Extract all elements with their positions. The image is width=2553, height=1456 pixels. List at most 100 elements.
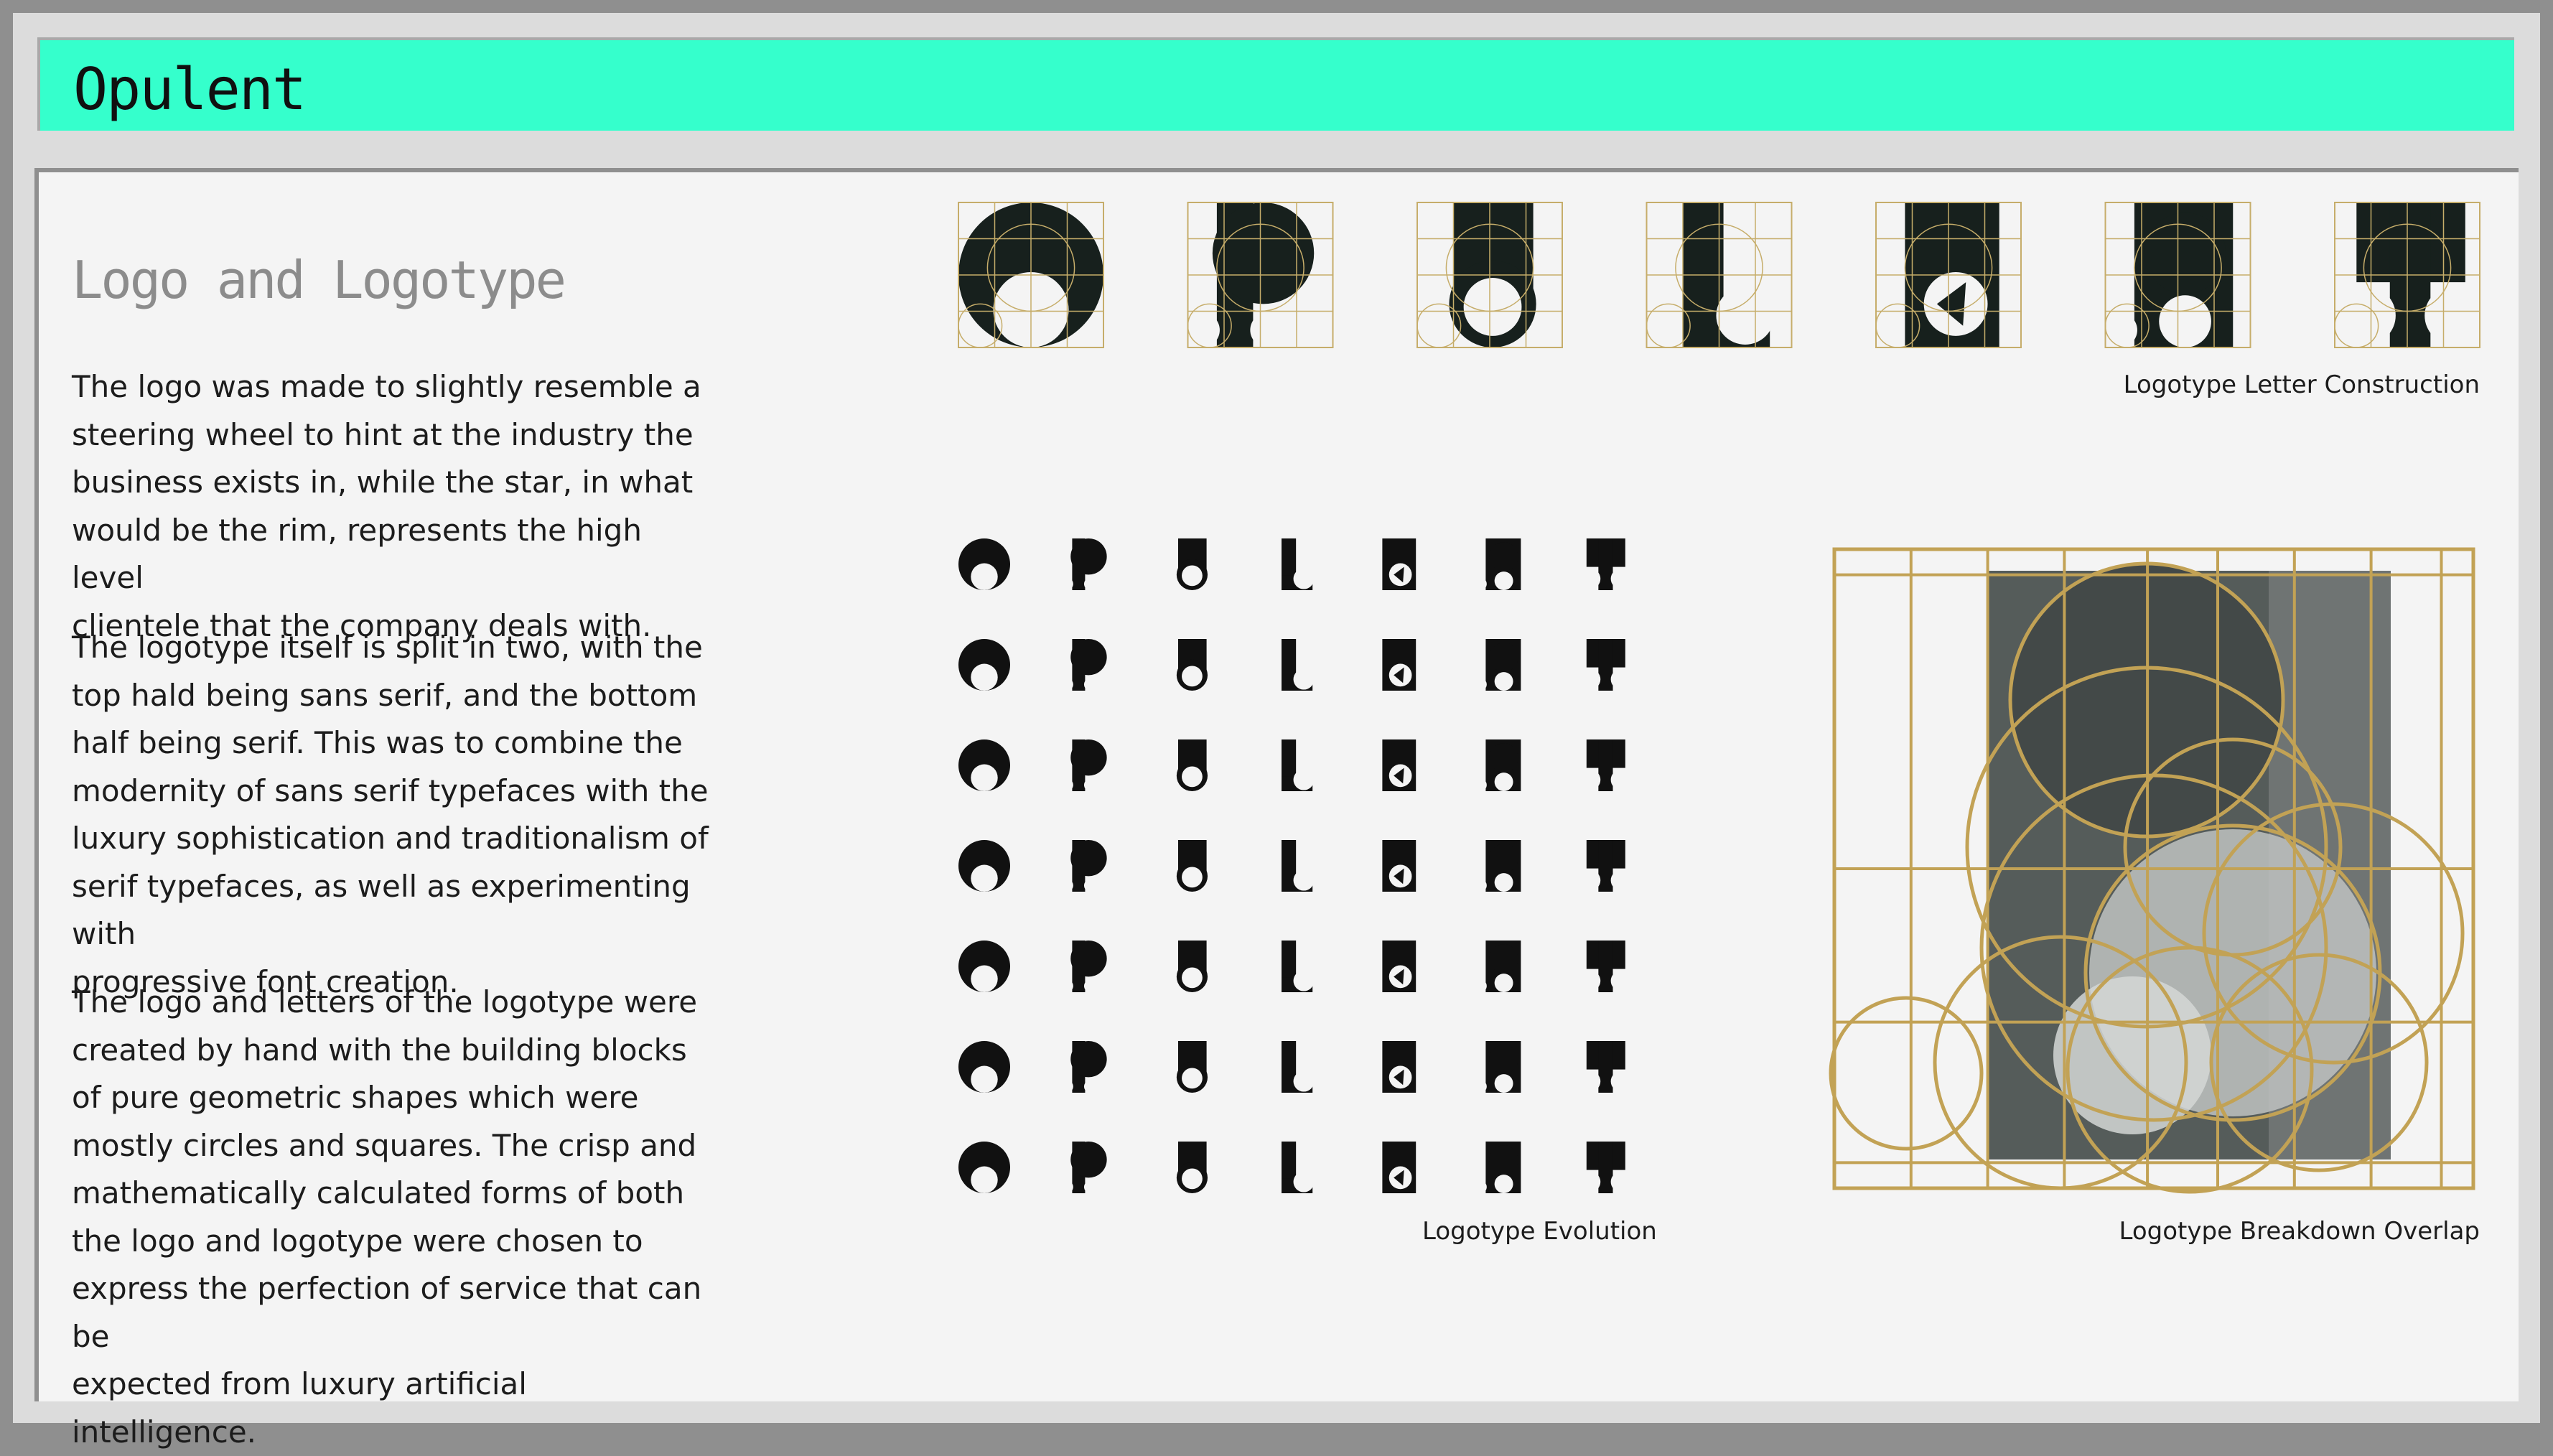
glyph-shape — [1182, 1068, 1203, 1089]
glyph-shape — [1474, 979, 1487, 992]
overlap-grid-circle — [1829, 996, 1984, 1151]
glyph-shape — [1494, 1175, 1513, 1193]
glyph-shape — [971, 1166, 998, 1193]
text-line: steering wheel to hint at the industry t… — [72, 416, 694, 452]
glyph-shape — [1494, 974, 1513, 992]
glyph-shape — [1083, 577, 1097, 590]
glyph-shape — [1610, 568, 1632, 589]
glyph-shape — [1579, 1171, 1601, 1193]
text-line: created by hand with the building blocks — [72, 1032, 687, 1068]
glyph-shape — [1474, 1180, 1487, 1193]
glyph-shape — [1463, 278, 1522, 336]
glyph-shape — [1716, 286, 1775, 345]
glyph-shape — [1598, 1041, 1613, 1093]
glyph-shape — [1269, 979, 1282, 991]
evolution-letter-p — [1060, 1041, 1107, 1093]
evolution-letter-e — [1382, 538, 1416, 590]
glyph-shape — [1598, 538, 1613, 590]
glyph-shape — [1610, 769, 1632, 790]
evolution-letter-n — [1474, 941, 1521, 992]
paragraph-1: The logo was made to slightly resemble a… — [72, 363, 718, 650]
glyph-shape — [1610, 869, 1632, 891]
evolution-letter-l — [1269, 840, 1315, 892]
evolution-letter-e — [1382, 639, 1416, 691]
glyph-shape — [1489, 643, 1518, 672]
glyph-shape — [1579, 568, 1601, 589]
glyph-shape — [1083, 1180, 1097, 1193]
grid-circle — [1416, 303, 1462, 348]
text-line: mathematically calculated forms of both — [72, 1175, 685, 1210]
glyph-shape — [971, 1065, 998, 1093]
text-line: expected from luxury artificial intellig… — [72, 1366, 527, 1450]
glyph-shape — [1610, 1171, 1632, 1193]
glyph-shape — [1494, 1074, 1513, 1093]
glyph-shape — [1494, 873, 1513, 892]
glyph-shape — [1182, 967, 1203, 989]
glyph-shape — [1474, 879, 1487, 892]
glyph-shape — [1489, 844, 1518, 873]
glyph-shape — [1070, 1142, 1107, 1178]
glyph-shape — [1060, 1080, 1073, 1093]
evolution-letter-u — [1176, 538, 1208, 590]
evolution-letter-e — [1382, 1041, 1416, 1093]
evolution-letter-t — [1579, 941, 1632, 992]
evolution-letter-t — [1579, 538, 1632, 590]
text-line: of pure geometric shapes which were — [72, 1080, 639, 1115]
construction-letter-t — [2334, 202, 2483, 348]
glyph-shape — [1489, 944, 1518, 974]
construction-letter-o — [958, 202, 1104, 348]
evolution-letter-p — [1060, 538, 1107, 590]
evolution-letter-l — [1269, 538, 1315, 590]
paragraph-3: The logo and letters of the logotype wer… — [72, 979, 718, 1456]
glyph-shape — [1293, 869, 1315, 891]
glyph-shape — [1598, 639, 1613, 691]
evolution-letter-o — [958, 941, 1010, 992]
glyph-shape — [1083, 778, 1097, 791]
text-line: the logo and logotype were chosen to — [72, 1223, 643, 1259]
glyph-shape — [1610, 1070, 1632, 1092]
glyph-shape — [1598, 840, 1613, 892]
glyph-shape — [1610, 668, 1632, 690]
evolution-letter-e — [1382, 739, 1416, 791]
glyph-shape — [1182, 1168, 1203, 1190]
evolution-letter-e — [1382, 840, 1416, 892]
text-line: The logo and letters of the logotype wer… — [72, 984, 698, 1019]
evolution-letter-l — [1269, 639, 1315, 691]
construction-letter-n — [2102, 202, 2251, 348]
glyph-shape — [1182, 766, 1203, 788]
glyph-shape — [1579, 668, 1601, 690]
glyph-shape — [2424, 286, 2483, 345]
evolution-letter-l — [1269, 941, 1315, 992]
evolution-letter-u — [1176, 840, 1208, 892]
evolution-letter-n — [1474, 538, 1521, 590]
glyph-shape — [1579, 869, 1601, 891]
glyph-shape — [1579, 769, 1601, 790]
glyph-shape — [1060, 1180, 1073, 1193]
evolution-letter-u — [1176, 739, 1208, 791]
evolution-letter-p — [1060, 639, 1107, 691]
glyph-shape — [1070, 739, 1107, 776]
glyph-shape — [1060, 778, 1073, 791]
glyph-shape — [1182, 565, 1203, 587]
text-line: The logotype itself is split in two, wit… — [72, 630, 703, 665]
letter-construction-figure — [958, 202, 2483, 348]
glyph-shape — [1269, 1180, 1282, 1193]
glyph-shape — [1269, 1079, 1282, 1092]
evolution-letter-t — [1579, 639, 1632, 691]
glyph-shape — [2338, 286, 2396, 345]
glyph-shape — [1293, 568, 1315, 589]
construction-letter-p — [1185, 202, 1334, 348]
glyph-shape — [1610, 970, 1632, 991]
glyph-shape — [1185, 312, 1220, 347]
construction-caption: Logotype Letter Construction — [2123, 370, 2480, 399]
glyph-shape — [1489, 542, 1518, 571]
glyph-shape — [1070, 840, 1107, 877]
evolution-letter-l — [1269, 1041, 1315, 1093]
glyph-shape — [1070, 1041, 1107, 1078]
evolution-letter-t — [1579, 1142, 1632, 1193]
glyph-shape — [1269, 677, 1282, 690]
glyph-shape — [1598, 1142, 1613, 1193]
glyph-shape — [1182, 666, 1203, 687]
glyph-shape — [1060, 678, 1073, 691]
glyph-shape — [1060, 979, 1073, 992]
